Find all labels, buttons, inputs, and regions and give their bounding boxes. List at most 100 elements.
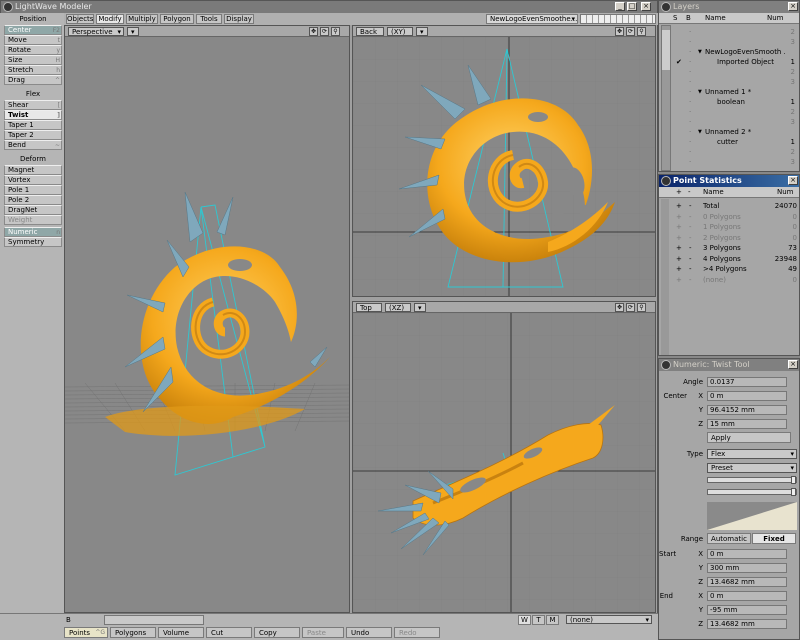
tool-bend-button[interactable]: Bend ~ (4, 140, 62, 150)
tab-modify[interactable]: Modify (96, 14, 124, 24)
tool-dragnet-button[interactable]: DragNet (4, 205, 62, 215)
point-stats-scrollbar[interactable] (661, 199, 669, 355)
layer-fg-dot-icon[interactable]: · (689, 107, 691, 117)
layer-row[interactable]: 2 · (671, 67, 797, 77)
wtm-w-button[interactable]: W (518, 615, 531, 625)
range-automatic-button[interactable]: Automatic (707, 533, 751, 544)
perspective-viewport[interactable]: Perspective ▾ ▾ ✥ ⟳ ⚲ (64, 25, 350, 613)
layer-fg-dot-icon[interactable]: · (689, 47, 691, 57)
select-plus-icon[interactable]: + (676, 233, 682, 243)
layer-fg-dot-icon[interactable]: · (689, 117, 691, 127)
numeric-button[interactable]: Numeric n (4, 227, 62, 237)
layer-row[interactable]: ▼ NewLogoEvenSmooth ... · (671, 47, 797, 57)
move-view-icon[interactable]: ✥ (615, 27, 624, 36)
perspective-view-dropdown[interactable]: Perspective ▾ (68, 27, 124, 36)
layer-row[interactable]: 3 · (671, 37, 797, 47)
tool-pole-1-button[interactable]: Pole 1 (4, 185, 62, 195)
close-button[interactable]: × (641, 2, 651, 11)
rotate-view-icon[interactable]: ⟳ (320, 27, 329, 36)
end-y-field[interactable]: -95 mm (707, 605, 787, 615)
layers-close-button[interactable]: × (788, 2, 798, 11)
scroll-thumb[interactable] (662, 30, 670, 70)
zoom-view-icon[interactable]: ⚲ (637, 303, 646, 312)
back-view-dropdown[interactable]: Back (356, 27, 384, 36)
layer-row[interactable]: ▼ Unnamed 2 * · (671, 127, 797, 137)
expand-triangle-icon[interactable]: ▼ (698, 127, 702, 137)
tool-weight-button[interactable]: Weight (4, 215, 62, 225)
tool-rotate-button[interactable]: Rotate y (4, 45, 62, 55)
tool-drag-button[interactable]: Drag ^ (4, 75, 62, 85)
cut-button[interactable]: Cut (206, 627, 252, 638)
point-stats-close-button[interactable]: × (788, 176, 798, 185)
layers-scrollbar[interactable] (661, 25, 671, 171)
numeric-close-button[interactable]: × (788, 360, 798, 369)
layer-fg-dot-icon[interactable]: · (689, 127, 691, 137)
tool-pole-2-button[interactable]: Pole 2 (4, 195, 62, 205)
undo-button[interactable]: Undo (346, 627, 392, 638)
layer-fg-dot-icon[interactable]: · (689, 147, 691, 157)
layer-row[interactable]: 2 · (671, 27, 797, 37)
deselect-minus-icon[interactable]: - (689, 275, 692, 285)
command-input[interactable] (104, 615, 204, 625)
tool-vortex-button[interactable]: Vortex (4, 175, 62, 185)
layer-row[interactable]: boolean 1 · (671, 97, 797, 107)
layer-fg-dot-icon[interactable]: · (689, 137, 691, 147)
render-mode-dropdown[interactable]: ▾ (127, 27, 139, 36)
layer-fg-dot-icon[interactable]: · (689, 77, 691, 87)
tool-center-button[interactable]: Center F2 (4, 25, 62, 35)
tab-objects[interactable]: Objects (66, 14, 94, 24)
layer-row[interactable]: ✔ Imported Object 1 · (671, 57, 797, 67)
object-dropdown[interactable]: NewLogoEvenSmoothe... ▾ (486, 14, 578, 24)
points-button[interactable]: Points ^G (64, 627, 108, 638)
layer-fg-dot-icon[interactable]: · (689, 97, 691, 107)
start-z-field[interactable]: 13.4682 mm (707, 577, 787, 587)
falloff-slider-2[interactable] (707, 488, 797, 496)
angle-field[interactable]: 0.0137 (707, 377, 787, 387)
select-plus-icon[interactable]: + (676, 212, 682, 222)
center-x-field[interactable]: 0 m (707, 391, 787, 401)
start-x-field[interactable]: 0 m (707, 549, 787, 559)
slider-thumb[interactable] (791, 488, 796, 496)
wtm-m-button[interactable]: M (546, 615, 559, 625)
back-viewport[interactable]: Back (XY) ▾ ✥ ⟳ ⚲ (352, 25, 656, 297)
layer-row[interactable]: 3 · (671, 77, 797, 87)
tool-taper-2-button[interactable]: Taper 2 (4, 130, 62, 140)
polygons-button[interactable]: Polygons (110, 627, 156, 638)
center-y-field[interactable]: 96.4152 mm (707, 405, 787, 415)
surface-dropdown[interactable]: (none) ▾ (566, 615, 652, 624)
tab-polygon[interactable]: Polygon (160, 14, 194, 24)
select-plus-icon[interactable]: + (676, 222, 682, 232)
layer-row[interactable]: cutter 1 · (671, 137, 797, 147)
symmetry-button[interactable]: Symmetry (4, 237, 62, 247)
tool-twist-button[interactable]: Twist] (4, 110, 62, 120)
copy-button[interactable]: Copy (254, 627, 300, 638)
deselect-minus-icon[interactable]: - (689, 264, 692, 274)
center-z-field[interactable]: 15 mm (707, 419, 787, 429)
tool-stretch-button[interactable]: Stretch h (4, 65, 62, 75)
layer-fg-dot-icon[interactable]: · (689, 37, 691, 47)
top-render-dropdown[interactable]: ▾ (414, 303, 426, 312)
layer-row[interactable]: 3 · (671, 117, 797, 127)
apply-button[interactable]: Apply (707, 432, 791, 443)
layer-fg-dot-icon[interactable]: · (689, 27, 691, 37)
layer-buttons-strip[interactable] (580, 14, 656, 24)
move-view-icon[interactable]: ✥ (615, 303, 624, 312)
deselect-minus-icon[interactable]: - (689, 243, 692, 253)
tool-taper-1-button[interactable]: Taper 1 (4, 120, 62, 130)
slider-thumb[interactable] (791, 476, 796, 484)
tool-move-button[interactable]: Move t (4, 35, 62, 45)
top-view-dropdown[interactable]: Top (356, 303, 382, 312)
preset-dropdown[interactable]: Preset ▾ (707, 463, 797, 473)
paste-button[interactable]: Paste (302, 627, 344, 638)
layer-row[interactable]: 3 · (671, 157, 797, 167)
type-dropdown[interactable]: Flex ▾ (707, 449, 797, 459)
end-z-field[interactable]: 13.4682 mm (707, 619, 787, 629)
layer-row[interactable]: 2 · (671, 107, 797, 117)
select-plus-icon[interactable]: + (676, 243, 682, 253)
back-axis-dropdown[interactable]: (XY) (387, 27, 413, 36)
start-y-field[interactable]: 300 mm (707, 563, 787, 573)
wtm-t-button[interactable]: T (532, 615, 545, 625)
tool-size-button[interactable]: Size H (4, 55, 62, 65)
minimize-button[interactable]: _ (615, 2, 625, 11)
layer-fg-dot-icon[interactable]: · (689, 57, 691, 67)
